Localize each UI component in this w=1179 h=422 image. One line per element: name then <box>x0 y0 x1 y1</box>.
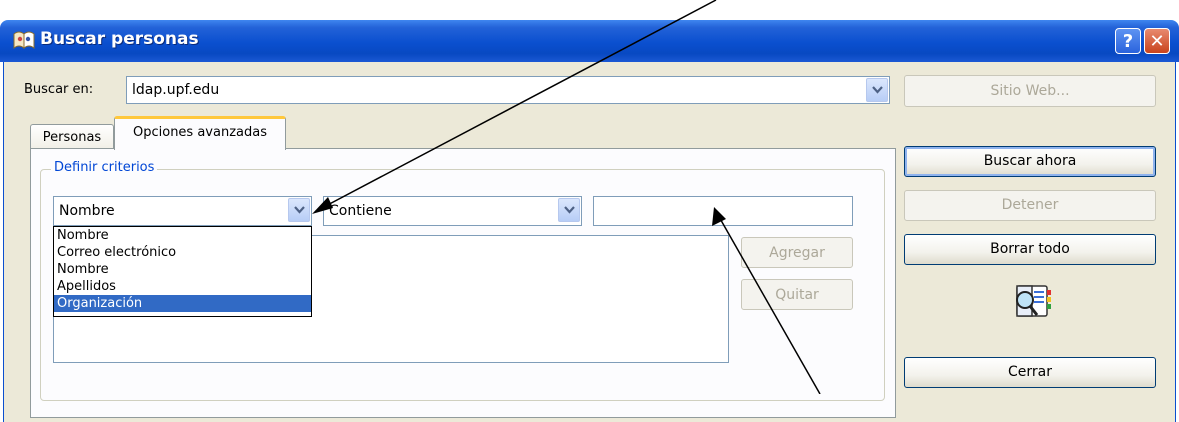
help-button[interactable]: ? <box>1115 28 1141 54</box>
search-in-dropdown-button[interactable] <box>866 78 888 102</box>
condition-select-value: Contiene <box>329 203 392 219</box>
tab-opciones-avanzadas-label: Opciones avanzadas <box>133 125 267 140</box>
website-button[interactable]: Sitio Web... <box>904 75 1156 107</box>
chevron-down-icon <box>872 86 883 94</box>
search-in-label: Buscar en: <box>24 82 94 97</box>
dialog-body: Buscar en: ldap.upf.edu Sitio Web... Per… <box>3 62 1176 422</box>
field-select[interactable]: Nombre <box>53 196 312 226</box>
condition-select[interactable]: Contiene <box>323 196 582 226</box>
remove-criteria-label: Quitar <box>775 287 819 303</box>
stop-label: Detener <box>1001 197 1059 213</box>
close-label: Cerrar <box>1008 364 1052 380</box>
search-now-button[interactable]: Buscar ahora <box>904 146 1156 177</box>
field-dropdown-list[interactable]: Nombre Correo electrónico Nombre Apellid… <box>53 226 312 317</box>
stop-button[interactable]: Detener <box>904 190 1156 221</box>
advanced-options-panel: Definir criterios Nombre Contiene Agrega… <box>30 148 896 418</box>
search-in-combo[interactable]: ldap.upf.edu <box>126 76 890 104</box>
field-option-nombre-2[interactable]: Nombre <box>54 261 311 278</box>
field-option-correo[interactable]: Correo electrónico <box>54 244 311 261</box>
remove-criteria-button[interactable]: Quitar <box>741 279 853 310</box>
search-in-value: ldap.upf.edu <box>132 82 220 98</box>
search-now-label: Buscar ahora <box>983 153 1077 169</box>
website-button-label: Sitio Web... <box>990 83 1070 99</box>
tab-opciones-avanzadas[interactable]: Opciones avanzadas <box>114 116 286 150</box>
clear-all-label: Borrar todo <box>990 241 1070 257</box>
add-criteria-button[interactable]: Agregar <box>741 237 853 268</box>
window-title: Buscar personas <box>40 29 199 49</box>
close-window-button[interactable]: ✕ <box>1144 28 1170 54</box>
field-option-organizacion[interactable]: Organización <box>54 295 311 312</box>
tab-personas[interactable]: Personas <box>30 124 114 149</box>
field-option-apellidos[interactable]: Apellidos <box>54 278 311 295</box>
condition-select-dropdown-button[interactable] <box>558 198 580 222</box>
criteria-group-title: Definir criterios <box>51 160 158 175</box>
chevron-down-icon <box>294 206 305 214</box>
address-book-icon <box>13 31 35 50</box>
field-option-nombre[interactable]: Nombre <box>54 227 311 244</box>
field-select-dropdown-button[interactable] <box>288 198 310 222</box>
address-book-search-icon <box>1016 285 1051 317</box>
title-bar[interactable]: Buscar personas ? ✕ <box>0 20 1179 62</box>
criteria-value-input[interactable] <box>593 196 853 226</box>
buscar-personas-dialog: Buscar personas ? ✕ Buscar en: ldap.upf.… <box>0 0 1179 422</box>
chevron-down-icon <box>564 206 575 214</box>
tab-personas-label: Personas <box>42 130 102 145</box>
close-button[interactable]: Cerrar <box>904 357 1156 388</box>
add-criteria-label: Agregar <box>769 245 825 261</box>
clear-all-button[interactable]: Borrar todo <box>904 234 1156 265</box>
field-select-value: Nombre <box>59 203 115 219</box>
